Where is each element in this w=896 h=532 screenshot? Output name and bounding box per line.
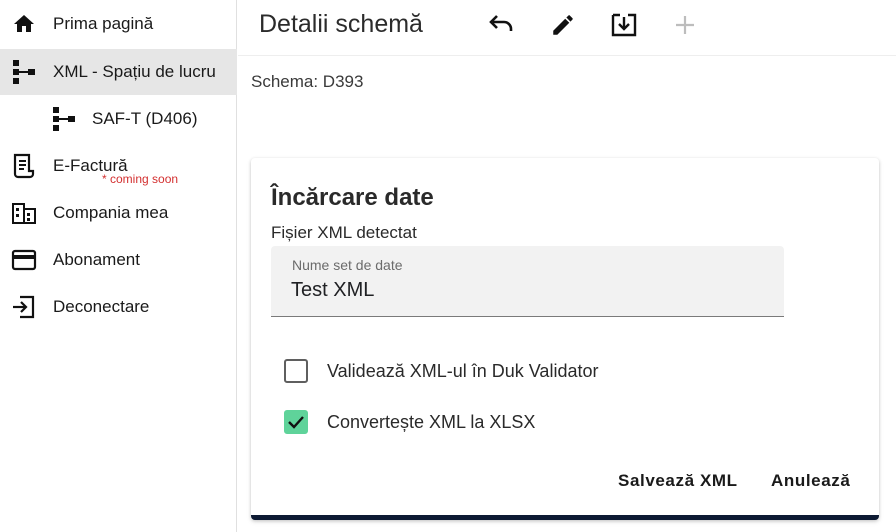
sidebar-item-subscription[interactable]: Abonament [0, 237, 237, 283]
schema-label: Schema: D393 [251, 72, 364, 91]
coming-soon-note: * coming soon [102, 172, 179, 186]
page-header: Detalii schemă [238, 0, 896, 56]
edit-button[interactable] [548, 10, 578, 40]
credit-card-icon [11, 247, 37, 273]
dataset-name-label: Nume set de date [292, 257, 403, 273]
sidebar-item-label: Abonament [53, 250, 140, 269]
building-icon [11, 200, 37, 226]
sidebar-item-label: Deconectare [53, 297, 150, 316]
schema-tree-icon [11, 59, 37, 85]
convert-xlsx-label: Convertește XML la XLSX [327, 411, 536, 432]
convert-xlsx-option[interactable]: Convertește XML la XLSX [284, 410, 535, 434]
sidebar-item-xml-workspace[interactable]: XML - Spațiu de lucru [0, 49, 237, 95]
sidebar-item-saf-t[interactable]: SAF-T (D406) [0, 96, 237, 142]
sidebar-item-label: XML - Spațiu de lucru [53, 62, 216, 81]
convert-xlsx-checkbox[interactable] [284, 410, 308, 434]
sidebar-item-home[interactable]: Prima pagină [0, 1, 237, 47]
sidebar-item-logout[interactable]: Deconectare [0, 284, 237, 330]
validate-xml-option[interactable]: Validează XML-ul în Duk Validator [284, 359, 598, 383]
sidebar-item-label: Compania mea [53, 203, 169, 222]
undo-button[interactable] [486, 10, 516, 40]
dataset-name-field[interactable]: Nume set de date [271, 246, 784, 317]
add-button[interactable] [670, 10, 700, 40]
edit-pencil-icon [553, 15, 573, 35]
page-title: Detalii schemă [259, 10, 423, 38]
check-icon [288, 416, 304, 429]
undo-icon [489, 15, 513, 31]
data-upload-card: Încărcare date Fișier XML detectat Nume … [251, 158, 879, 520]
schema-tree-icon [51, 106, 77, 132]
cancel-button[interactable]: Anulează [771, 471, 850, 491]
dataset-name-input[interactable] [291, 279, 761, 302]
logout-icon [11, 294, 37, 320]
home-icon [11, 11, 37, 37]
file-detected-label: Fișier XML detectat [271, 223, 417, 242]
card-title: Încărcare date [271, 184, 434, 211]
sidebar: Prima pagină XML - Spațiu de lucru SAF-T… [0, 0, 237, 532]
save-xml-button[interactable]: Salvează XML [618, 471, 738, 491]
add-plus-icon [676, 16, 694, 34]
validate-xml-label: Validează XML-ul în Duk Validator [327, 360, 599, 381]
sidebar-item-label: SAF-T (D406) [92, 109, 198, 128]
validate-xml-checkbox[interactable] [284, 359, 308, 383]
download-icon [611, 13, 637, 37]
download-button[interactable] [609, 10, 639, 40]
sidebar-item-company[interactable]: Compania mea [0, 190, 237, 236]
receipt-icon [11, 153, 37, 179]
sidebar-item-label: Prima pagină [53, 14, 154, 33]
